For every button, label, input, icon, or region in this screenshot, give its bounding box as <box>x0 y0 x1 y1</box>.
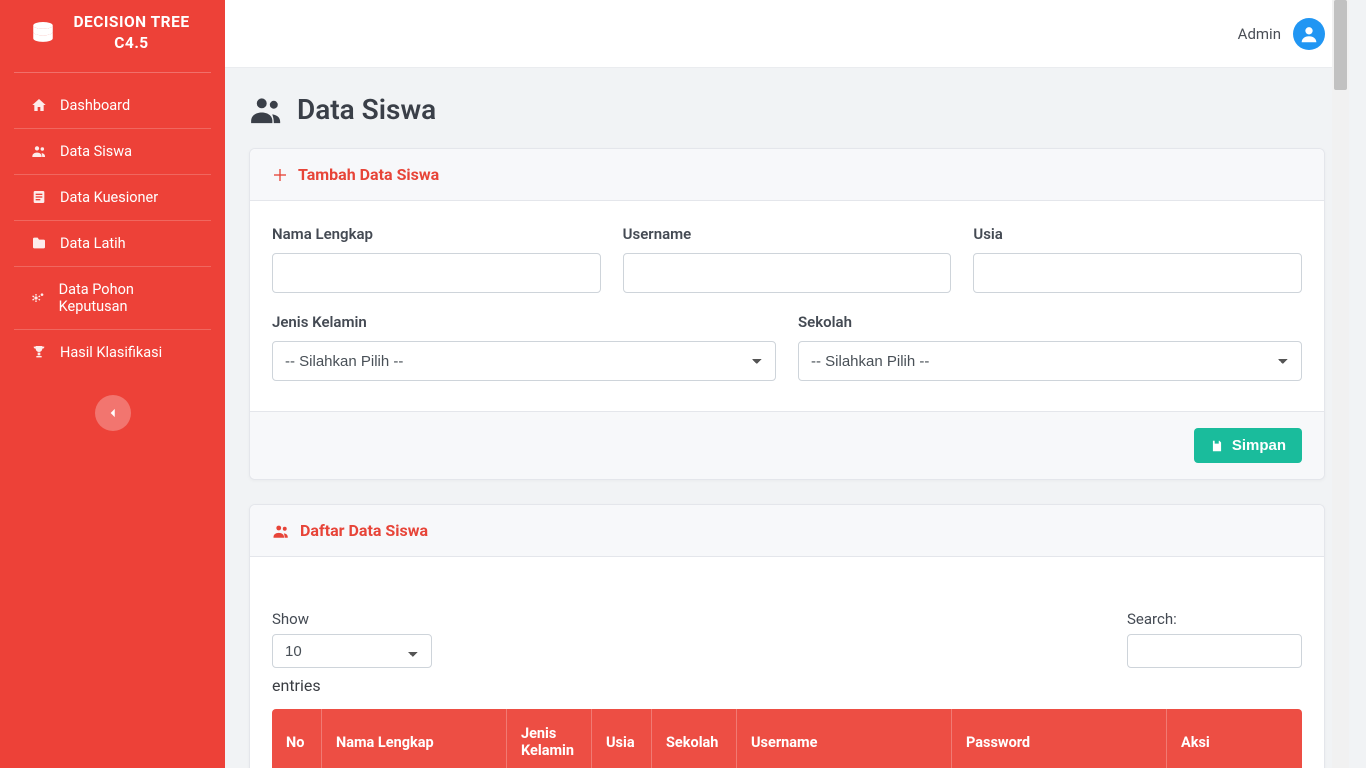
list-card-title: Daftar Data Siswa <box>300 521 428 540</box>
data-table: No Nama Lengkap Jenis Kelamin Usia Sekol… <box>272 709 1302 768</box>
sidebar-item-data-kuesioner[interactable]: Data Kuesioner <box>14 175 211 221</box>
plus-icon <box>272 167 288 183</box>
main: Admin Data Siswa Tambah Data Siswa <box>225 0 1349 768</box>
sidebar-item-label: Data Kuesioner <box>60 189 158 206</box>
sidebar-collapse-button[interactable] <box>95 395 131 431</box>
sidebar-item-label: Data Pohon Keputusan <box>59 281 195 315</box>
user-name: Admin <box>1238 25 1281 43</box>
length-after-label: entries <box>272 676 432 695</box>
save-icon <box>1210 439 1224 453</box>
cogs-icon <box>30 290 47 306</box>
label-sekolah: Sekolah <box>798 313 1302 331</box>
input-username[interactable] <box>623 253 952 293</box>
label-username: Username <box>623 225 952 243</box>
brand[interactable]: DECISION TREE C4.5 <box>14 0 211 73</box>
brand-name: DECISION TREE C4.5 <box>66 12 197 54</box>
table-length-control: Show 10 entries <box>272 609 432 695</box>
select-page-length[interactable]: 10 <box>272 634 432 668</box>
label-nama: Nama Lengkap <box>272 225 601 243</box>
select-jenis-kelamin[interactable]: -- Silahkan Pilih -- <box>272 341 776 381</box>
search-label: Search: <box>1127 610 1177 628</box>
trophy-icon <box>30 344 48 360</box>
sidebar-item-label: Data Latih <box>60 235 126 252</box>
sidebar-item-dashboard[interactable]: Dashboard <box>14 83 211 129</box>
list-icon <box>30 189 48 205</box>
label-jenis-kelamin: Jenis Kelamin <box>272 313 776 331</box>
content: Data Siswa Tambah Data Siswa Nama Lengka… <box>225 68 1349 768</box>
th-nama[interactable]: Nama Lengkap <box>322 709 507 768</box>
select-sekolah[interactable]: -- Silahkan Pilih -- <box>798 341 1302 381</box>
sidebar-item-data-pohon[interactable]: Data Pohon Keputusan <box>14 267 211 330</box>
sidebar-item-data-siswa[interactable]: Data Siswa <box>14 129 211 175</box>
sidebar-item-hasil[interactable]: Hasil Klasifikasi <box>14 330 211 375</box>
save-button[interactable]: Simpan <box>1194 428 1302 463</box>
th-no[interactable]: No <box>272 709 322 768</box>
th-usia[interactable]: Usia <box>592 709 652 768</box>
sidebar-item-data-latih[interactable]: Data Latih <box>14 221 211 267</box>
th-aksi[interactable]: Aksi <box>1167 709 1302 768</box>
th-password[interactable]: Password <box>952 709 1167 768</box>
th-username[interactable]: Username <box>737 709 952 768</box>
input-usia[interactable] <box>973 253 1302 293</box>
user-menu[interactable]: Admin <box>1238 18 1325 50</box>
sidebar-item-label: Hasil Klasifikasi <box>60 344 162 361</box>
length-before-label: Show <box>272 610 309 628</box>
list-card-header: Daftar Data Siswa <box>250 505 1324 557</box>
users-icon <box>272 522 290 540</box>
folder-icon <box>30 235 48 251</box>
users-icon <box>249 92 283 126</box>
th-jk[interactable]: Jenis Kelamin <box>507 709 592 768</box>
table-search-control: Search: <box>1127 609 1302 668</box>
database-icon <box>28 18 58 48</box>
sidebar-item-label: Dashboard <box>60 97 130 114</box>
form-card-title: Tambah Data Siswa <box>298 165 439 184</box>
sidebar-nav: Dashboard Data Siswa Data Kuesioner Data… <box>0 73 225 375</box>
sidebar: DECISION TREE C4.5 Dashboard Data Siswa … <box>0 0 225 768</box>
home-icon <box>30 97 48 113</box>
page-title-text: Data Siswa <box>297 93 436 126</box>
sidebar-item-label: Data Siswa <box>60 143 132 160</box>
chevron-left-icon <box>106 406 120 420</box>
browser-scrollbar[interactable] <box>1332 0 1349 768</box>
label-usia: Usia <box>973 225 1302 243</box>
th-sekolah[interactable]: Sekolah <box>652 709 737 768</box>
page-title: Data Siswa <box>249 92 1325 126</box>
users-icon <box>30 143 48 159</box>
form-card-header: Tambah Data Siswa <box>250 149 1324 201</box>
topbar: Admin <box>225 0 1349 68</box>
user-avatar-icon <box>1293 18 1325 50</box>
search-input[interactable] <box>1127 634 1302 668</box>
save-button-label: Simpan <box>1232 437 1286 454</box>
form-card: Tambah Data Siswa Nama Lengkap Username <box>249 148 1325 480</box>
input-nama-lengkap[interactable] <box>272 253 601 293</box>
list-card: Daftar Data Siswa Show 10 entries <box>249 504 1325 768</box>
